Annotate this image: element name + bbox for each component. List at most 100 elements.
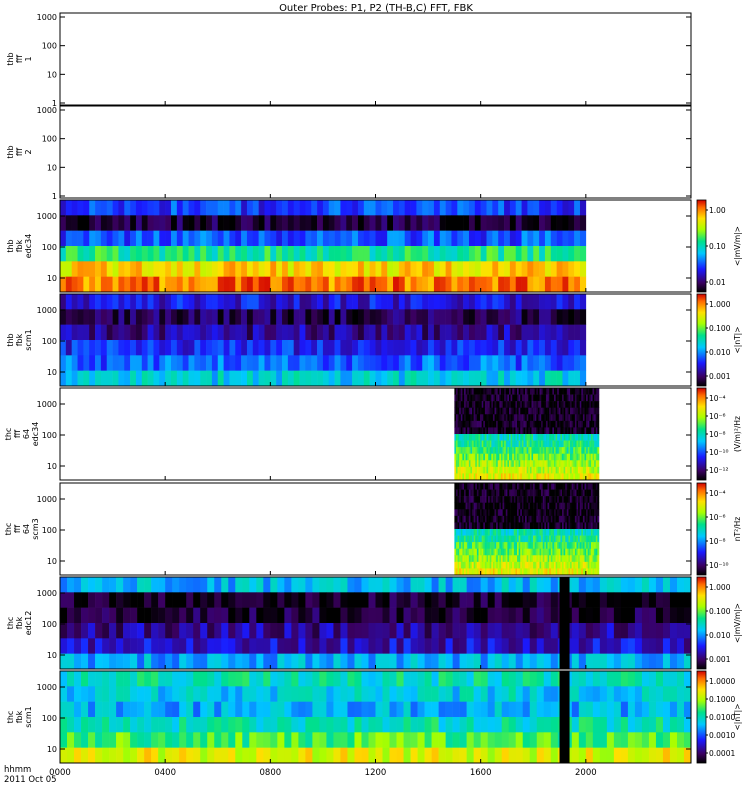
y-tick-label: 1000 (37, 13, 57, 22)
colorbar-tick-label: 1.0000 (709, 677, 735, 686)
colorbar-tick-label: 0.10 (709, 242, 726, 251)
colorbar-3: 1.00 0.10 0.01 <|mV/m|> (696, 199, 742, 293)
x-tick-label: 1600 (470, 768, 492, 778)
y-tick-label: 100 (42, 431, 57, 440)
y-tick-label: 100 (42, 42, 57, 51)
y-tick-label: 10 (47, 462, 57, 471)
panel-frame (59, 12, 692, 106)
colorbar-tick-label: 10⁻⁶ (709, 412, 726, 421)
colorbar-8: 1.0000 0.1000 0.0100 0.0010 0.0001 <|nT|> (696, 670, 742, 764)
spectrogram-6 (454, 483, 600, 576)
panel-ylabel: 1 (24, 56, 33, 61)
panel-ylabel: 2 (24, 149, 33, 154)
panel-ylabel: fbk (15, 710, 24, 723)
panel-1: 1101001000thb fff 1 (6, 12, 692, 108)
colorbar-tick-label: 10⁻⁶ (709, 513, 726, 522)
colorbar-tick-label: 0.100 (709, 607, 731, 616)
spectrogram-figure: Outer Probes: P1, P2 (TH-B,C) FFT, FBK 1… (4, 3, 742, 785)
panel-ylabel: thc (4, 523, 13, 536)
colorbar-label: <|nT|> (733, 327, 742, 354)
panel-7: 10 100 1000 thc fbk edc12 1.000 0.100 0.010 0.001… (6, 576, 742, 670)
panel-ylabel: scm1 (24, 329, 33, 350)
panel-ylabel: fff (13, 430, 22, 439)
panel-ylabel: thb (6, 333, 15, 346)
panel-ylabel: 64 (22, 524, 31, 534)
panel-ylabel: thb (6, 239, 15, 252)
y-tick-label: 100 (42, 337, 57, 346)
colorbar-tick-label: 10⁻⁸ (709, 537, 726, 546)
panel-ylabel: fbk (15, 239, 24, 252)
panel-2: 1 10 100 1000 thb fff 2 (6, 105, 692, 201)
panel-ylabel: thb (6, 145, 15, 158)
panel-frame (59, 105, 692, 199)
y-tick-label: 100 (42, 243, 57, 252)
panel-ylabel: edc12 (24, 611, 33, 636)
colorbar-tick-label: 1.00 (709, 206, 726, 215)
y-tick-label: 1000 (37, 106, 57, 115)
colorbar-tick-label: 10⁻¹² (709, 466, 729, 475)
x-tick-label: 2000 (575, 768, 597, 778)
colorbar-tick-label: 0.1000 (709, 695, 735, 704)
spectrogram-4 (60, 294, 587, 387)
panel-ylabel: fbk (15, 616, 24, 629)
colorbar-tick-label: 0.01 (709, 278, 726, 287)
spectrogram-7 (60, 577, 692, 670)
panel-ylabel: thc (6, 711, 15, 724)
panel-ylabel: fff (15, 55, 24, 64)
colorbar-7: 1.000 0.100 0.010 0.001 <|mV/m|> (696, 576, 742, 670)
panel-ylabel: thc (6, 617, 15, 630)
panel-8: 10 100 1000 thc fbk scm1 1.0000 0.1000 0.0100 0.0… (6, 670, 742, 764)
panel-ylabel: scm3 (31, 518, 40, 539)
colorbar-tick-label: 0.0100 (709, 713, 735, 722)
spectrogram-5 (454, 388, 600, 481)
y-tick-label: 1000 (37, 306, 57, 315)
colorbar-6: 10⁻⁴ 10⁻⁶ 10⁻⁸ 10⁻¹⁰ nT²/Hz (696, 482, 742, 576)
panel-ylabel: scm1 (24, 706, 33, 727)
colorbar-label: <|mV/m|> (733, 603, 742, 643)
y-tick-label: 10 (47, 163, 57, 172)
x-tick-label: 1200 (365, 768, 387, 778)
y-tick-label: 1000 (37, 495, 57, 504)
panel-ylabel: 64 (22, 429, 31, 439)
colorbar-label: (V/m)²/Hz (733, 416, 742, 452)
colorbar-5: 10⁻⁴ 10⁻⁶ 10⁻⁸ 10⁻¹⁰ 10⁻¹² (V/m)²/Hz (696, 387, 742, 481)
y-tick-label: 1000 (37, 683, 57, 692)
colorbar-tick-label: 10⁻¹⁰ (709, 448, 729, 457)
y-tick-label: 100 (42, 714, 57, 723)
colorbar-tick-label: 1.000 (709, 300, 731, 309)
panel-ylabel: fff (15, 148, 24, 157)
y-tick-label: 100 (42, 620, 57, 629)
colorbar-tick-label: 10⁻⁸ (709, 430, 726, 439)
y-tick-label: 1000 (37, 400, 57, 409)
colorbar-4: 1.000 0.100 0.010 0.001 <|nT|> (696, 293, 742, 387)
y-tick-label: 1000 (37, 589, 57, 598)
panel-ylabel: fbk (15, 333, 24, 346)
x-tick-label: 0800 (260, 768, 282, 778)
colorbar-tick-label: 0.010 (709, 348, 731, 357)
y-tick-label: 10 (47, 70, 57, 79)
colorbar-tick-label: 0.100 (709, 324, 731, 333)
colorbar-label: nT²/Hz (733, 517, 742, 542)
colorbar-tick-label: 0.001 (709, 372, 731, 381)
x-tick-label: 0400 (154, 768, 176, 778)
y-tick-label: 100 (42, 526, 57, 535)
colorbar-tick-label: 0.001 (709, 655, 731, 664)
colorbar-label: <|nT|> (733, 704, 742, 731)
colorbar-tick-label: 10⁻¹⁰ (709, 561, 729, 570)
spectrogram-3 (60, 200, 587, 293)
panel-ylabel: edc34 (31, 422, 40, 447)
y-tick-label: 10 (47, 557, 57, 566)
panel-ylabel: thb (6, 52, 15, 65)
panel-3: 10 100 1000 thb fbk edc34 1.00 0.10 0.01 <|mV/m|> (6, 199, 742, 293)
y-tick-label: 10 (47, 745, 57, 754)
y-tick-label: 1 (52, 192, 57, 201)
panel-6: 10 100 1000 thc fff 64 scm3 10⁻⁴ 10⁻⁶ 10⁻⁸ 10⁻¹⁰ nT… (4, 482, 742, 576)
colorbar-tick-label: 1.000 (709, 583, 731, 592)
y-tick-label: 100 (42, 135, 57, 144)
panel-4: 10 100 1000 thb fbk scm1 1.000 0.100 0.010 0.001 <… (6, 293, 742, 387)
panel-ylabel: fff (13, 525, 22, 534)
colorbar-tick-label: 10⁻⁴ (709, 394, 726, 403)
figure-title: Outer Probes: P1, P2 (TH-B,C) FFT, FBK (279, 3, 473, 14)
colorbar-tick-label: 0.010 (709, 631, 731, 640)
y-tick-label: 10 (47, 274, 57, 283)
